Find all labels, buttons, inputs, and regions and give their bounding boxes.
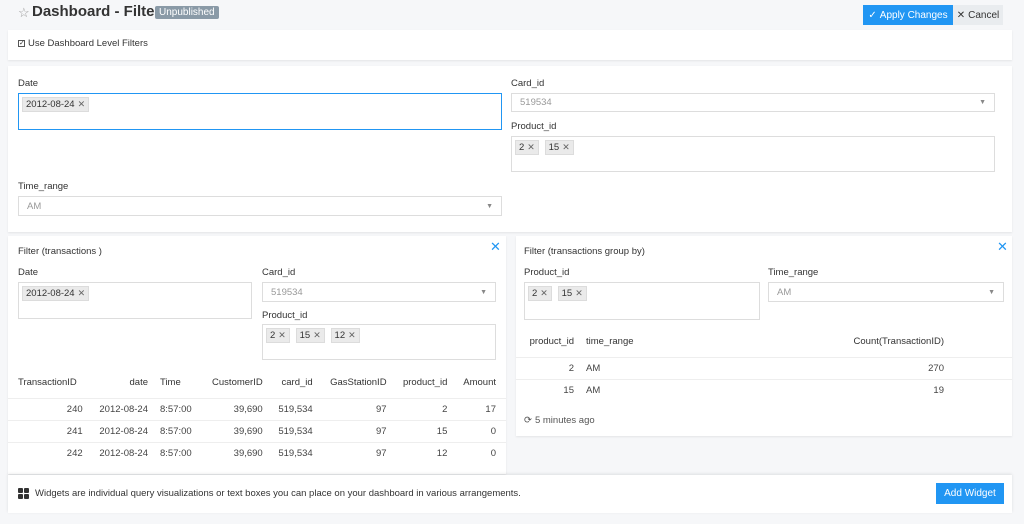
dashboard-filter-toggle-panel: ✓ Use Dashboard Level Filters [8,30,1012,60]
status-badge: Unpublished [155,6,219,19]
product-id-tag: 2 ✕ [528,286,552,301]
table-row: 240 2012-08-24 8:57:00 39,690 519,534 97… [8,397,506,420]
column-header[interactable]: GasStationID [319,368,393,398]
date-tag: 2012-08-24 ✕ [22,286,90,301]
caret-down-icon: ▼ [480,288,487,296]
table-row: 15 AM 19 [516,378,1012,401]
close-widget-icon[interactable]: ✕ [490,239,501,255]
product-id-filter-label: Product_id [262,310,308,321]
column-header[interactable]: product_id [393,368,454,398]
product-id-tag: 12 ✕ [330,328,360,343]
checkbox-checked-icon[interactable]: ✓ [18,40,25,47]
add-widget-message: Widgets are individual query visualizati… [35,488,521,499]
last-updated: 5 minutes ago [534,415,595,426]
remove-tag-icon[interactable]: ✕ [562,142,570,153]
time-range-filter-label: Time_range [768,267,819,278]
column-header[interactable]: time_range [580,327,695,357]
card-id-select[interactable]: 519534 ▼ [262,282,496,302]
column-header[interactable]: Count(TransactionID) [695,327,1012,357]
close-icon: ✕ [956,9,966,21]
product-id-tag: 15 ✕ [544,140,574,155]
date-filter-label: Date [18,78,39,89]
cancel-button[interactable]: ✕ Cancel [953,5,1003,25]
column-header[interactable]: Time [154,368,201,398]
time-range-select[interactable]: AM ▼ [18,196,502,216]
product-id-tag: 15 ✕ [295,328,325,343]
results-table: TransactionID date Time CustomerID card_… [8,368,506,464]
widget-transactions-group-by: Filter (transactions group by) ✕ Product… [516,236,1012,436]
column-header[interactable]: CustomerID [201,368,269,398]
widget-title: Filter (transactions ) [18,246,102,257]
check-icon: ✓ [868,9,877,21]
table-row: 241 2012-08-24 8:57:00 39,690 519,534 97… [8,419,506,442]
time-range-select[interactable]: AM ▼ [768,282,1004,302]
column-header[interactable]: product_id [516,327,580,357]
add-widget-bar: Widgets are individual query visualizati… [8,475,1012,513]
refresh-status: ⟳ 5 minutes ago [524,415,595,426]
table-row: 2 AM 270 [516,356,1012,379]
page-header: ☆ Dashboard - Filter Unpublished ✓ Apply… [0,0,1024,28]
remove-tag-icon[interactable]: ✕ [527,142,535,153]
remove-tag-icon[interactable]: ✕ [278,330,286,341]
column-header[interactable]: TransactionID [8,368,89,398]
widgets-icon [18,488,29,499]
date-tag: 2012-08-24 ✕ [22,97,90,112]
remove-tag-icon[interactable]: ✕ [313,330,321,341]
use-dashboard-filters-label: Use Dashboard Level Filters [28,38,148,49]
product-id-filter-input[interactable]: 2 ✕ 15 ✕ [511,136,995,172]
results-table-container: TransactionID date Time CustomerID card_… [8,368,506,474]
product-id-filter-input[interactable]: 2 ✕ 15 ✕ 12 ✕ [262,324,496,360]
widget-title: Filter (transactions group by) [524,246,645,257]
product-id-filter-label: Product_id [524,267,570,278]
results-table: product_id time_range Count(TransactionI… [516,327,1012,401]
time-range-filter-label: Time_range [18,181,69,192]
date-filter-label: Date [18,267,39,278]
refresh-icon[interactable]: ⟳ [524,415,532,426]
card-id-select[interactable]: 519534 ▼ [511,93,995,112]
widget-transactions: Filter (transactions ) ✕ Date 2012-08-24… [8,236,506,474]
apply-changes-button[interactable]: ✓ Apply Changes [863,5,953,25]
remove-tag-icon[interactable]: ✕ [575,288,583,299]
close-widget-icon[interactable]: ✕ [997,239,1008,255]
product-id-tag: 2 ✕ [515,140,539,155]
product-id-filter-label: Product_id [511,121,557,132]
table-row: 242 2012-08-24 8:57:00 39,690 519,534 97… [8,441,506,464]
remove-tag-icon[interactable]: ✕ [540,288,548,299]
table-header-row: product_id time_range Count(TransactionI… [516,327,1012,357]
caret-down-icon: ▼ [979,99,986,106]
add-widget-button[interactable]: Add Widget [936,483,1004,504]
dashboard-filters-panel: Date 2012-08-24 ✕ Card_id 519534 ▼ Produc… [8,66,1012,232]
column-header[interactable]: Amount [453,368,506,398]
apply-changes-label: Apply Changes [879,9,948,21]
card-id-filter-label: Card_id [262,267,296,278]
star-icon[interactable]: ☆ [18,5,30,21]
card-id-filter-label: Card_id [511,78,545,89]
cancel-label: Cancel [968,9,1000,21]
product-id-tag: 15 ✕ [557,286,587,301]
column-header[interactable]: card_id [269,368,319,398]
caret-down-icon: ▼ [486,202,493,210]
date-filter-input[interactable]: 2012-08-24 ✕ [18,282,252,319]
date-filter-input[interactable]: 2012-08-24 ✕ [18,93,502,130]
product-id-tag: 2 ✕ [266,328,290,343]
table-header-row: TransactionID date Time CustomerID card_… [8,368,506,398]
column-header[interactable]: date [89,368,154,398]
page-title: Dashboard - Filter [32,3,161,20]
product-id-filter-input[interactable]: 2 ✕ 15 ✕ [524,282,760,320]
caret-down-icon: ▼ [988,288,995,296]
remove-tag-icon[interactable]: ✕ [78,288,86,299]
remove-tag-icon[interactable]: ✕ [78,99,86,110]
use-dashboard-filters-checkbox[interactable]: ✓ Use Dashboard Level Filters [18,38,148,49]
remove-tag-icon[interactable]: ✕ [348,330,356,341]
